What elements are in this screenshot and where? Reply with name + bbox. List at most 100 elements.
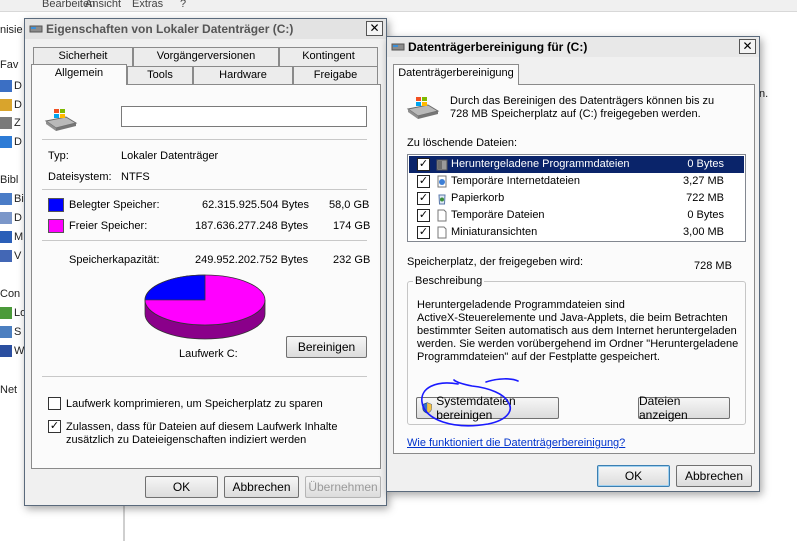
bg-nav-item[interactable]: D [0, 99, 22, 112]
bg-nav-item[interactable]: D [0, 80, 22, 93]
bg-menu-view[interactable]: Ansicht [85, 0, 121, 10]
separator [42, 189, 367, 190]
properties-close-button[interactable]: ✕ [366, 21, 383, 36]
compress-label: Laufwerk komprimieren, um Speicherplatz … [66, 398, 323, 410]
tab-tools[interactable]: Tools [127, 66, 193, 85]
properties-cancel-button[interactable]: Abbrechen [224, 476, 299, 498]
file-row-size: 3,27 MB [683, 175, 724, 187]
properties-ok-button[interactable]: OK [145, 476, 218, 498]
bg-nav-item-icon [0, 117, 12, 130]
bg-nav-item[interactable]: Bibl [0, 174, 18, 186]
free-space-gb: 174 GB [333, 220, 371, 232]
properties-titlebar[interactable]: Eigenschaften von Lokaler Datenträger (C… [25, 19, 386, 39]
file-row-checkbox[interactable]: ✓ [417, 209, 430, 222]
tab-datentraegerbereinigung[interactable]: Datenträgerbereinigung [393, 64, 519, 85]
file-row-checkbox[interactable]: ✓ [417, 192, 430, 205]
bg-nav-item-label: Z [14, 117, 21, 129]
properties-apply-button[interactable]: Übernehmen [305, 476, 381, 498]
bg-nav-item-label: D [14, 80, 22, 92]
cleanup-cancel-button[interactable]: Abbrechen [676, 465, 752, 487]
tab-kontingent[interactable]: Kontingent [279, 47, 378, 66]
tab-freigabe[interactable]: Freigabe [293, 66, 378, 85]
file-row-checkbox[interactable]: ✓ [417, 158, 430, 171]
recycle-bin-icon [438, 194, 446, 205]
bg-nav-item-label: Con [0, 288, 21, 300]
used-space-label: Belegter Speicher: [69, 199, 160, 211]
tab-vorgaengerversionen[interactable]: Vorgängerversionen [133, 47, 279, 66]
description-line: ActiveX-Steuerelemente und Java-Applets,… [417, 312, 728, 324]
description-title: Beschreibung [413, 275, 485, 287]
description-line: Programmdateien" auf der Festplatte gesp… [417, 351, 660, 363]
help-link[interactable]: Wie funktioniert die Datenträgerbereinig… [407, 437, 625, 449]
bg-nav-item[interactable]: D [0, 212, 22, 225]
page-icon [437, 175, 447, 188]
separator [42, 376, 367, 377]
bg-nav-item-label: Bibl [0, 174, 19, 186]
file-list-row[interactable]: ✓ Temporäre Dateien 0 Bytes [409, 207, 744, 224]
file-list-row[interactable]: ✓ Papierkorb 722 MB [409, 190, 744, 207]
file-row-checkbox[interactable]: ✓ [417, 175, 430, 188]
cleanup-drive-icon [391, 43, 405, 51]
bg-nav-item[interactable]: W [0, 345, 25, 358]
drive-label: Laufwerk C: [179, 348, 238, 360]
file-list-row[interactable]: ✓ Heruntergeladene Programmdateien 0 Bytes [409, 156, 744, 173]
separator [42, 240, 367, 241]
bg-nav-item-icon [0, 193, 12, 206]
drive-name-input[interactable] [121, 106, 367, 127]
bg-nav-item-icon [0, 99, 12, 112]
bg-nav-item[interactable]: V [0, 250, 22, 263]
cleanup-button[interactable]: Bereinigen [286, 336, 367, 358]
bg-nav-item[interactable]: Bi [0, 193, 24, 206]
file-row-name: Temporäre Dateien [451, 209, 545, 221]
bg-nav-item[interactable]: Net [0, 384, 17, 396]
bg-nav-item[interactable]: Fav [0, 59, 18, 71]
free-space-color-swatch [48, 219, 64, 233]
file-list-row[interactable]: ✓ Temporäre Internetdateien 3,27 MB [409, 173, 744, 190]
free-space-bytes: 187.636.277.248 Bytes [195, 220, 309, 232]
file-row-name: Temporäre Internetdateien [451, 175, 581, 187]
bg-nav-item-label: D [14, 136, 22, 148]
pie-slice-used [144, 274, 206, 301]
gain-value: 728 MB [694, 260, 732, 272]
bg-nav-item-icon [0, 250, 12, 263]
used-space-color-swatch [48, 198, 64, 212]
bg-nav-item[interactable]: D [0, 136, 22, 149]
capacity-gb: 232 GB [333, 254, 371, 266]
bg-nav-item-label: nisie [0, 24, 23, 36]
bg-nav-item[interactable]: M [0, 231, 23, 244]
bg-nav-item-label: D [14, 212, 22, 224]
description-line: bestimmter Seiten automatisch aus dem In… [417, 325, 737, 337]
gain-label: Speicherplatz, der freigegeben wird: [407, 256, 584, 268]
tab-allgemein[interactable]: Allgemein [31, 64, 127, 85]
bg-nav-item[interactable]: Lo [0, 307, 26, 320]
file-row-checkbox[interactable]: ✓ [417, 226, 430, 239]
free-space-label: Freier Speicher: [69, 220, 148, 232]
compress-checkbox[interactable] [48, 397, 61, 410]
tab-hardware[interactable]: Hardware [193, 66, 293, 85]
view-files-button[interactable]: Dateien anzeigen [638, 394, 730, 422]
type-label: Typ: [48, 150, 69, 162]
cleanup-titlebar[interactable]: Datenträgerbereinigung für (C:) ✕ [387, 37, 759, 57]
properties-title: Eigenschaften von Lokaler Datenträger (C… [46, 22, 294, 36]
description-line: werden. Sie werden vorübergehend im Ordn… [417, 338, 739, 350]
drive-windows-icon [44, 109, 78, 131]
cleanup-ok-button[interactable]: OK [597, 465, 670, 487]
cleanup-close-button[interactable]: ✕ [739, 39, 756, 54]
background-text-fragment: n. [759, 88, 769, 100]
bg-menu-tools[interactable]: Extras [132, 0, 163, 10]
bg-nav-item-icon [0, 307, 12, 320]
bg-nav-item-label: W [14, 345, 25, 357]
index-checkbox[interactable]: ✓ [48, 420, 61, 433]
bg-nav-item[interactable]: Z [0, 117, 21, 130]
bg-nav-item[interactable]: nisie [0, 24, 23, 36]
files-list[interactable]: ✓ Heruntergeladene Programmdateien 0 Bytes… [407, 154, 746, 242]
bg-nav-item-icon [0, 80, 12, 93]
bg-nav-item[interactable]: S [0, 326, 21, 339]
bg-nav-item-label: V [14, 250, 22, 262]
bg-nav-item[interactable]: Con [0, 288, 20, 300]
cleanup-intro-line2: 728 MB Speicherplatz auf (C:) freigegebe… [450, 108, 701, 120]
file-list-row[interactable]: ✓ Miniaturansichten 3,00 MB [409, 224, 744, 241]
file-row-name: Papierkorb [451, 192, 505, 204]
bg-menu-help[interactable]: ? [180, 0, 186, 10]
file-row-size: 0 Bytes [687, 158, 724, 170]
